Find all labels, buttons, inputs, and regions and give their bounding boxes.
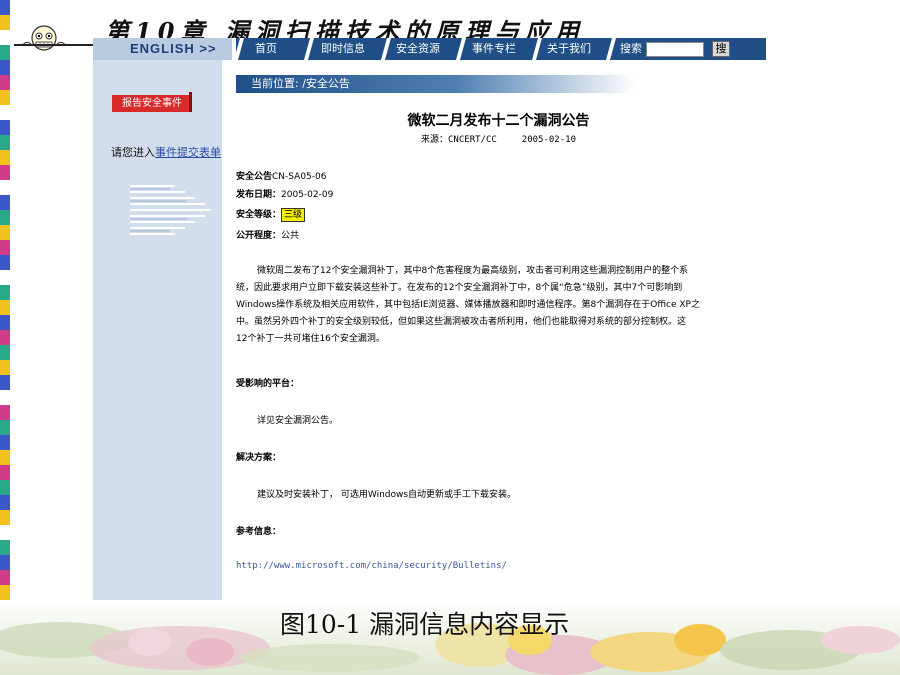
submit-form-link[interactable]: 事件提交表单 [155, 146, 221, 159]
chapter-title: 第10章 漏洞扫描技术的原理与应用 [105, 17, 585, 38]
nav-item-resources[interactable]: 安全资源 [396, 38, 440, 60]
nav-item-news[interactable]: 即时信息 [321, 38, 365, 60]
report-incident-tab[interactable]: 报告安全事件 [112, 95, 192, 112]
reference-link[interactable]: http://www.microsoft.com/china/security/… [236, 561, 507, 571]
body-line: 统，因此要求用户立即下载安装这些补丁。在发布的12个安全漏洞补丁中，8个属“危急… [236, 283, 683, 293]
mascot-illustration [21, 25, 67, 51]
public-level-row: 公开程度：公共 [236, 228, 299, 241]
solution-text: 建议及时安装补丁， 可选用Windows自动更新或手工下载安装。 [257, 490, 517, 500]
bulletin-id-row: 安全公告CN-SA05-06 [236, 169, 326, 182]
breadcrumb: 当前位置: /安全公告 [236, 75, 636, 93]
article-date: 2005-02-10 [521, 135, 576, 145]
nav-separator [304, 38, 314, 60]
nav-item-home[interactable]: 首页 [255, 38, 277, 60]
public-value: 公共 [281, 231, 300, 241]
published-label: 发布日期： [236, 190, 282, 200]
arrow-decoration-icon [130, 185, 211, 235]
decorative-color-strip [0, 0, 10, 675]
article-source: 来源：CNCERT/CC [421, 135, 497, 145]
security-level-row: 安全等级： 三级 [236, 207, 306, 222]
body-line: Windows操作系统及相关应用软件，其中包括IE浏览器、媒体播放器和即时通信程… [236, 300, 700, 310]
bulletin-value: CN-SA05-06 [272, 172, 327, 182]
figure-caption: 图10-1 漏洞信息内容显示 [280, 610, 570, 639]
submit-form-row: 请您进入事件提交表单 [111, 144, 221, 160]
nav-item-events[interactable]: 事件专栏 [472, 38, 516, 60]
body-line: 中。虽然另外四个补丁的安全级别较低，但如果这些漏洞被攻击者所利用，他们也能取得对… [236, 317, 687, 327]
article-source-line: 来源：CNCERT/CC 2005-02-10 [236, 132, 761, 145]
top-nav-bar: 首页 即时信息 安全资源 事件专栏 关于我们 搜索 搜 [234, 38, 766, 60]
left-sidebar [93, 60, 222, 602]
search-button[interactable]: 搜 [712, 41, 730, 57]
report-tab-marker [189, 92, 192, 112]
nav-separator [456, 38, 466, 60]
level-label: 安全等级： [236, 210, 282, 220]
english-link[interactable]: ENGLISH >> [93, 38, 232, 60]
nav-separator [234, 38, 244, 60]
article-body: 微软周二发布了12个安全漏洞补丁，其中8个危害程度为最高级别，攻击者可利用这些漏… [236, 263, 761, 348]
nav-separator [532, 38, 542, 60]
article-title: 微软二月发布十二个漏洞公告 [407, 113, 590, 129]
affected-platforms-heading: 受影响的平台： [236, 379, 300, 389]
reference-heading: 参考信息： [236, 527, 282, 537]
body-line: 12个补丁一共可堵住16个安全漏洞。 [236, 334, 385, 344]
public-label: 公开程度： [236, 231, 282, 241]
search-input[interactable] [646, 42, 704, 57]
affected-platforms-text: 详见安全漏洞公告。 [257, 416, 339, 426]
bulletin-label: 安全公告 [236, 172, 273, 182]
level-badge: 三级 [281, 207, 306, 222]
published-date-row: 发布日期：2005-02-09 [236, 187, 333, 200]
solution-heading: 解决方案： [236, 453, 282, 463]
submit-form-prefix: 请您进入 [111, 146, 155, 159]
nav-separator [381, 38, 391, 60]
nav-item-about[interactable]: 关于我们 [547, 38, 591, 60]
search-label: 搜索 [620, 42, 642, 55]
nav-separator [606, 38, 616, 60]
body-line: 微软周二发布了12个安全漏洞补丁，其中8个危害程度为最高级别，攻击者可利用这些漏… [257, 266, 689, 276]
published-value: 2005-02-09 [281, 190, 334, 200]
